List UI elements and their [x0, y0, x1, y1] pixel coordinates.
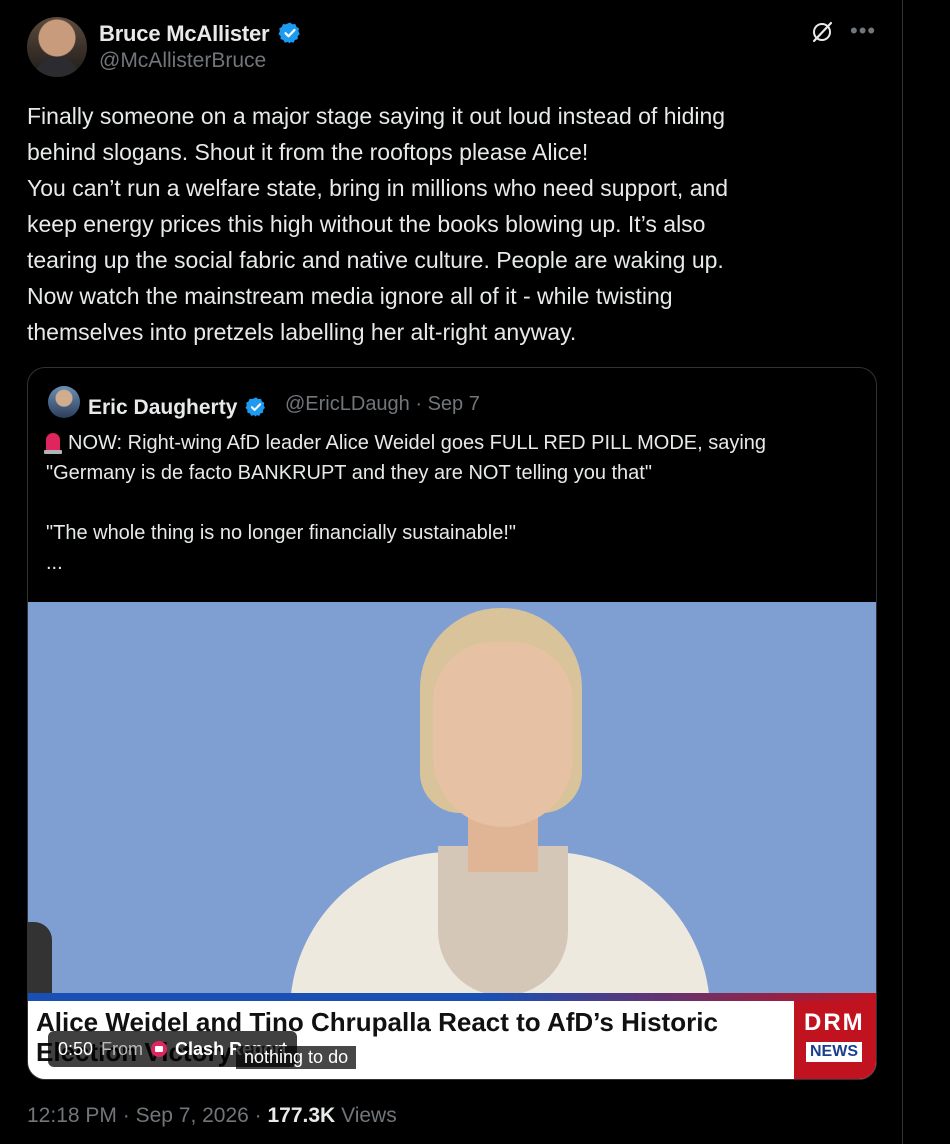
drm-news-logo: DRM NEWS [794, 1001, 876, 1079]
more-icon[interactable]: ••• [850, 18, 876, 44]
verified-badge-icon [245, 397, 266, 417]
tweet-text-line: themselves into pretzels labelling her a… [27, 319, 577, 345]
tweet-text: Finally someone on a major stage saying … [27, 98, 857, 350]
video-from-label: From [101, 1038, 144, 1059]
tweet-text-line: keep energy prices this high without the… [27, 211, 706, 237]
quoted-author-avatar[interactable] [48, 386, 80, 418]
quoted-text-line: "Germany is de facto BANKRUPT and they a… [46, 462, 652, 484]
video-person-face [433, 642, 573, 827]
quoted-text-line: ... [46, 552, 63, 574]
separator-dot: · [122, 1104, 136, 1127]
author-handle[interactable]: @McAllisterBruce [99, 49, 266, 73]
tweet-text-line: You can’t run a welfare state, bring in … [27, 175, 729, 201]
tweet-text-line: tearing up the social fabric and native … [27, 247, 724, 273]
quoted-author-name[interactable]: Eric Daugherty [88, 392, 267, 420]
quoted-text-line: "The whole thing is no longer financiall… [46, 522, 517, 544]
column-divider [902, 0, 903, 1144]
quoted-tweet-card[interactable]: Eric Daugherty @EricLDaugh · Sep 7 NOW: … [27, 367, 877, 1080]
author-avatar[interactable] [27, 17, 87, 77]
separator-dot: · [415, 393, 428, 415]
views-count[interactable]: 177.3K [268, 1104, 336, 1127]
drm-logo-text: DRM [804, 1009, 865, 1036]
quoted-date[interactable]: Sep 7 [428, 393, 480, 415]
tweet-text-line: Finally someone on a major stage saying … [27, 103, 726, 129]
quoted-text-line [46, 488, 866, 518]
drm-logo-badge: NEWS [806, 1042, 862, 1062]
separator-dot: · [254, 1104, 268, 1127]
video-player[interactable]: Alice Weidel and Tino Chrupalla React to… [28, 602, 876, 1079]
video-duration: 0:50 [58, 1038, 94, 1059]
siren-icon [44, 433, 62, 454]
video-icon [151, 1041, 168, 1057]
tweet-text-line: behind slogans. Shout it from the roofto… [27, 139, 589, 165]
tweet-time[interactable]: 12:18 PM [27, 1104, 117, 1127]
tweet-text-line: Now watch the mainstream media ignore al… [27, 283, 673, 309]
author-name[interactable]: Bruce McAllister [99, 17, 302, 47]
quoted-handle-date: @EricLDaugh · Sep 7 [285, 393, 480, 416]
lower-third-accent-bar [28, 993, 876, 1001]
verified-badge-icon [278, 22, 301, 44]
tweet-date[interactable]: Sep 7, 2026 [136, 1104, 249, 1127]
tweet-meta: 12:18 PM · Sep 7, 2026 · 177.3K Views [27, 1104, 397, 1128]
grok-icon[interactable] [810, 20, 834, 44]
quoted-handle[interactable]: @EricLDaugh [285, 393, 410, 415]
quoted-text: NOW: Right-wing AfD leader Alice Weidel … [44, 428, 866, 578]
quoted-text-line: NOW: Right-wing AfD leader Alice Weidel … [68, 432, 767, 454]
views-label: Views [341, 1104, 397, 1127]
video-caption: nothing to do [236, 1046, 357, 1069]
